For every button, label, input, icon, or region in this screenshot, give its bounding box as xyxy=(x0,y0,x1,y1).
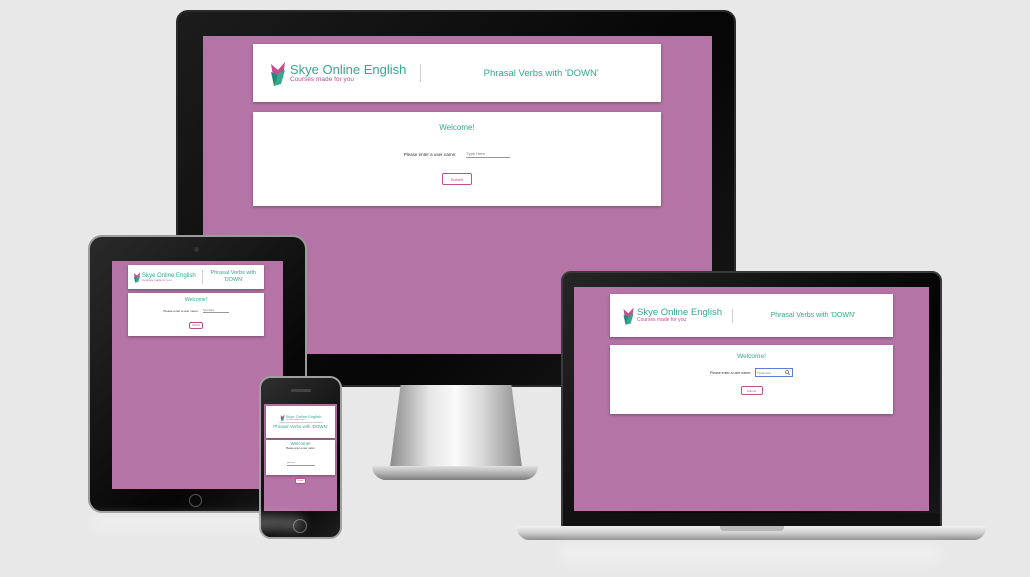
welcome-heading: Welcome! xyxy=(290,441,311,446)
submit-button[interactable]: Submit xyxy=(740,386,763,395)
skye-logo-icon xyxy=(280,414,284,422)
header-title: Phrasal Verbs with 'DOWN' xyxy=(210,269,257,283)
skye-logo-icon xyxy=(623,307,634,325)
site-header: Skye Online English Courses made for you… xyxy=(253,44,661,102)
search-icon xyxy=(785,370,791,375)
username-input[interactable] xyxy=(202,308,229,313)
laptop-chin xyxy=(563,513,940,527)
username-input[interactable] xyxy=(757,369,786,376)
header-title: Phrasal Verbs with 'DOWN' xyxy=(273,424,328,430)
monitor-stand xyxy=(390,385,522,467)
site-header: Skye Online English Courses made for you… xyxy=(266,406,335,438)
username-input[interactable] xyxy=(286,461,315,466)
brand-tagline: Courses made for you xyxy=(285,418,306,421)
laptop-screen: Skye Online English Courses made for you… xyxy=(574,287,929,511)
header-title: Phrasal Verbs with 'DOWN' xyxy=(770,312,856,319)
submit-button[interactable]: Submit xyxy=(442,173,472,185)
laptop-notch xyxy=(720,526,784,531)
header-divider xyxy=(278,422,323,424)
brand-tagline: Courses made for you xyxy=(142,277,172,282)
username-input-wrapper xyxy=(755,368,794,377)
monitor-base xyxy=(372,466,538,480)
brand-tagline: Courses made for you xyxy=(290,75,354,83)
submit-button[interactable]: Submit xyxy=(189,322,203,329)
phone-speaker xyxy=(291,389,311,392)
brand-logo[interactable]: Skye Online English Courses made for you xyxy=(269,60,406,86)
brand-logo[interactable]: Skye Online English Courses made for you xyxy=(280,414,321,422)
brand-logo[interactable]: Skye Online English Courses made for you xyxy=(622,306,722,325)
login-card: Welcome! Please enter a user name: Submi… xyxy=(266,440,335,484)
login-card: Welcome! Please enter a user name: Submi… xyxy=(128,293,264,336)
login-card: Welcome! Please enter a user name: Submi… xyxy=(610,345,893,414)
phone-screen: Skye Online English Courses made for you… xyxy=(264,404,337,511)
username-label: Please enter a user name: xyxy=(285,447,316,450)
welcome-heading: Welcome! xyxy=(439,123,475,132)
site-header: Skye Online English Courses made for you… xyxy=(128,265,264,289)
welcome-heading: Welcome! xyxy=(184,297,208,303)
header-title: Phrasal Verbs with 'DOWN' xyxy=(483,67,599,79)
username-label: Please enter a user name: xyxy=(163,308,199,313)
username-label: Please enter a user name: xyxy=(709,370,752,375)
skye-logo-icon xyxy=(271,62,285,86)
site-header: Skye Online English Courses made for you… xyxy=(610,294,893,337)
skye-logo-icon xyxy=(133,272,141,283)
login-card: Welcome! Please enter a user name: Submi… xyxy=(253,112,661,206)
brand-name: Skye Online English xyxy=(290,61,407,77)
brand-tagline: Courses made for you xyxy=(637,317,687,324)
tablet-camera xyxy=(194,247,199,252)
laptop-reflection xyxy=(560,545,940,563)
tablet-screen: Skye Online English Courses made for you… xyxy=(112,261,283,489)
tablet-reflection xyxy=(92,516,302,530)
submit-button[interactable]: Submit xyxy=(295,478,306,484)
tablet-home-button[interactable] xyxy=(189,494,202,507)
welcome-heading: Welcome! xyxy=(737,353,766,360)
username-input[interactable] xyxy=(466,150,511,158)
brand-logo[interactable]: Skye Online English Courses made for you xyxy=(133,271,196,283)
brand-name: Skye Online English xyxy=(637,306,723,318)
username-label: Please enter a user name: xyxy=(403,151,457,157)
